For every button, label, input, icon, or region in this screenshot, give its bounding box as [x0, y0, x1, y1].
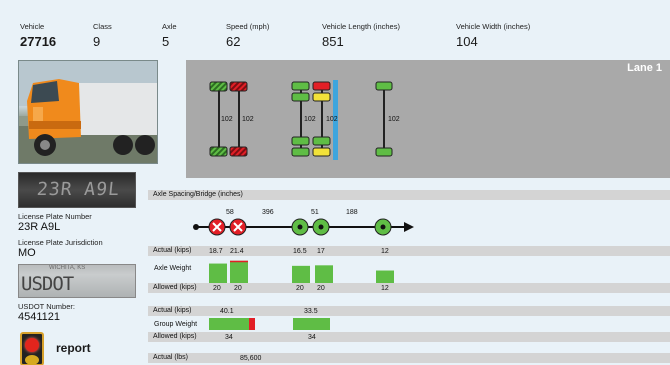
axle-diagram	[209, 80, 393, 160]
class-value: 9	[93, 34, 101, 49]
axle-weight-bar-3	[292, 265, 310, 283]
width-label-3: 102	[304, 116, 316, 123]
plate-photo[interactable]: 23R A9L	[18, 172, 136, 208]
axle-weight-chart	[209, 260, 394, 283]
width-label-4: 102	[326, 116, 338, 123]
usdot-photo-top: WICHITA, KS	[49, 265, 86, 271]
width-label-2: 102	[242, 116, 254, 123]
axle-weight-bar-1	[209, 263, 227, 283]
gross-actual-row: Actual (lbs)	[148, 353, 670, 363]
red-lamp	[25, 338, 39, 352]
group-allowed-label: Allowed (kips)	[153, 333, 197, 340]
usdot-photo-text: USDOT 4541121	[21, 273, 95, 297]
speed-value: 62	[226, 34, 241, 49]
jurisdiction-block: License Plate Jurisdiction MO	[18, 238, 103, 259]
axle-allowed-label: Allowed (kips)	[153, 284, 197, 291]
class-label: Class	[93, 22, 112, 31]
group-weight-label: Group Weight	[154, 321, 198, 328]
axle-value: 5	[162, 34, 170, 49]
vehicle-label: Vehicle	[20, 22, 45, 31]
axle-actual-2: 21.4	[230, 248, 244, 255]
length-stat: Vehicle Length (inches) 851	[322, 22, 400, 49]
axle-actual-1: 18.7	[209, 248, 223, 255]
axle-allowed-row: Allowed (kips)	[148, 283, 670, 293]
usdot-label: USDOT Number:	[18, 302, 75, 311]
axle-weight-overage-2	[230, 260, 248, 263]
group-actual-2: 33.5	[304, 308, 318, 315]
speed-stat: Speed (mph) 62	[226, 22, 269, 49]
group-allowed-2: 34	[308, 334, 316, 341]
width-stat: Vehicle Width (inches) 104	[456, 22, 530, 49]
group-actual-1: 40.1	[220, 308, 234, 315]
width-label-1: 102	[221, 116, 233, 123]
gross-actual-value: 85,600	[240, 355, 262, 362]
axle-weight-label: Axle Weight	[154, 265, 192, 272]
spacing-title: Axle Spacing/Bridge (inches)	[153, 191, 243, 198]
speed-label: Speed (mph)	[226, 22, 270, 31]
spacing-header: Axle Spacing/Bridge (inches)	[148, 190, 670, 200]
plate-number-value: 23R A9L	[18, 221, 61, 233]
usdot-value: 4541121	[18, 311, 61, 323]
width-label: Vehicle Width (inches)	[456, 22, 531, 31]
group-allowed-1: 34	[225, 334, 233, 341]
truck-photo[interactable]	[18, 60, 158, 164]
axle-allowed-3: 20	[296, 285, 304, 292]
axle-actual-4: 17	[317, 248, 325, 255]
axle-spacing-line	[193, 218, 414, 236]
axle-actual-5: 12	[381, 248, 389, 255]
group-bar-2	[293, 318, 330, 330]
truck-icon	[19, 61, 157, 163]
length-value: 851	[322, 34, 344, 49]
group-bar-1-overage	[249, 318, 255, 330]
axle-allowed-4: 20	[317, 285, 325, 292]
axle-allowed-5: 12	[381, 285, 389, 292]
report-link[interactable]: report	[56, 341, 91, 355]
lane-panel: Lane 1 102 102 102 102 102	[186, 60, 670, 178]
amber-lamp	[25, 355, 39, 365]
axle-actual-row: Actual (kips)	[148, 246, 670, 256]
axle-weight-bar-2	[230, 260, 248, 283]
axle-allowed-1: 20	[213, 285, 221, 292]
jurisdiction-value: MO	[18, 247, 36, 259]
axle-label: Axle	[162, 22, 177, 31]
plate-number-block: License Plate Number 23R A9L	[18, 212, 92, 233]
axle-allowed-2: 20	[234, 285, 242, 292]
usdot-block: USDOT Number: 4541121	[18, 302, 75, 323]
vehicle-value: 27716	[20, 34, 57, 49]
plate-photo-text: 23R A9L	[35, 179, 121, 200]
axle-stat: Axle 5	[162, 22, 177, 49]
group-bar-1	[209, 318, 249, 330]
gross-actual-label: Actual (lbs)	[153, 354, 189, 361]
axle-weight-bar-5	[376, 270, 394, 283]
class-stat: Class 9	[93, 22, 112, 49]
vehicle-stat: Vehicle 27716	[20, 22, 56, 49]
usdot-photo[interactable]: WICHITA, KS USDOT 4541121	[18, 264, 136, 298]
axle-actual-label: Actual (kips)	[153, 247, 192, 254]
axle-weight-bar-4	[315, 265, 333, 283]
width-label-5: 102	[388, 116, 400, 123]
group-actual-label: Actual (kips)	[153, 307, 192, 314]
plate-number-label: License Plate Number	[18, 212, 92, 221]
axle-actual-3: 16.5	[293, 248, 307, 255]
length-label: Vehicle Length (inches)	[322, 22, 400, 31]
jurisdiction-label: License Plate Jurisdiction	[18, 238, 103, 247]
traffic-light-icon	[20, 332, 44, 365]
width-value: 104	[456, 34, 478, 49]
